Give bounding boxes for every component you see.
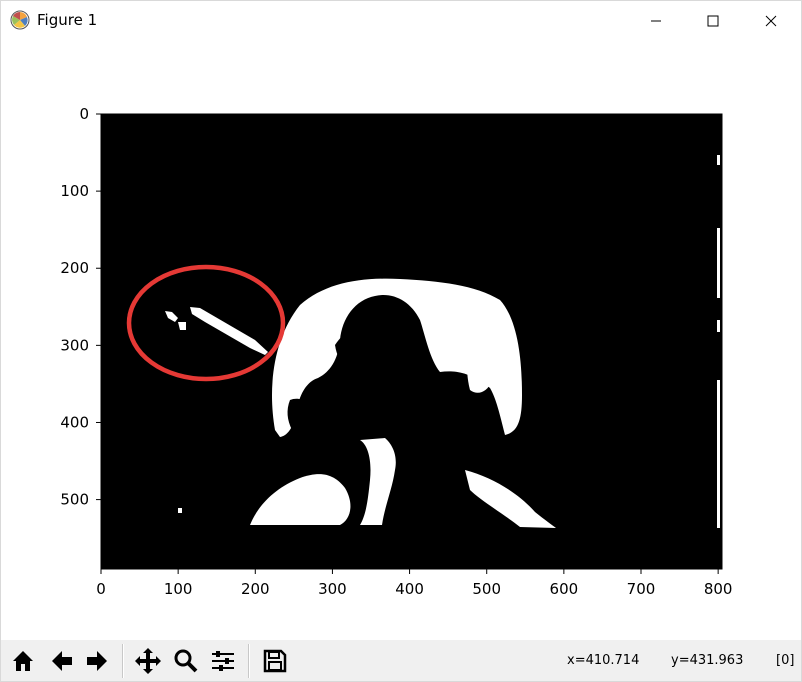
pan-button[interactable] — [132, 644, 164, 678]
x-tick-label: 200 — [241, 580, 270, 598]
configure-subplots-icon — [212, 651, 234, 671]
y-tick-label: 200 — [60, 259, 89, 277]
cursor-y-readout: y=431.963 — [671, 653, 744, 668]
pan-icon — [135, 648, 161, 674]
y-axis-ticks: 0 100 200 300 400 500 — [60, 105, 101, 509]
save-icon — [263, 649, 287, 673]
x-tick-label: 400 — [395, 580, 424, 598]
x-tick-label: 100 — [164, 580, 193, 598]
navigation-toolbar: x=410.714 y=431.963 [0] — [0, 640, 802, 682]
forward-icon — [87, 651, 107, 671]
thresholded-image — [101, 114, 722, 569]
x-tick-label: 300 — [318, 580, 347, 598]
forward-button[interactable] — [81, 644, 113, 678]
y-tick-label: 500 — [60, 491, 89, 509]
zoom-button[interactable] — [170, 644, 202, 678]
x-tick-label: 800 — [704, 580, 733, 598]
cursor-x-readout: x=410.714 — [567, 653, 640, 668]
x-axis-ticks: 0 100 200 300 400 500 600 700 800 — [96, 569, 732, 598]
y-tick-label: 400 — [60, 413, 89, 431]
back-button[interactable] — [46, 644, 78, 678]
x-tick-label: 600 — [550, 580, 579, 598]
home-button[interactable] — [7, 644, 39, 678]
configure-subplots-button[interactable] — [207, 644, 239, 678]
toolbar-separator — [248, 644, 250, 678]
figure-plot[interactable]: 0 100 200 300 400 500 600 700 800 0 100 200 300 400 5… — [0, 0, 802, 640]
image-axes — [101, 114, 722, 569]
x-tick-label: 0 — [96, 580, 106, 598]
x-tick-label: 500 — [472, 580, 501, 598]
x-tick-label: 700 — [627, 580, 656, 598]
zoom-icon — [174, 649, 198, 673]
home-icon — [13, 651, 33, 671]
save-button[interactable] — [259, 644, 291, 678]
y-tick-label: 0 — [79, 105, 89, 123]
pixel-value-readout: [0] — [776, 653, 795, 668]
toolbar-separator — [122, 644, 124, 678]
y-tick-label: 300 — [60, 336, 89, 354]
y-tick-label: 100 — [60, 182, 89, 200]
back-icon — [52, 651, 72, 671]
